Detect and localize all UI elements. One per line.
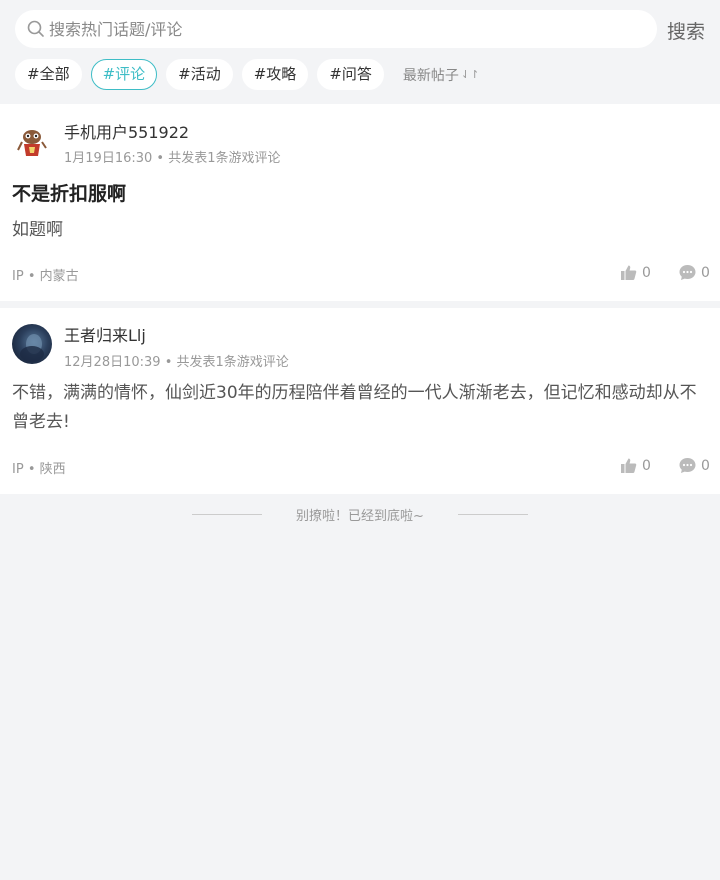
- ip-region: 内蒙古: [39, 269, 79, 284]
- post-body: 不错，满满的情怀，仙剑近30年的历程陪伴着曾经的一代人渐渐老去，但记忆和感动却从…: [12, 383, 697, 432]
- like-button[interactable]: 0: [620, 457, 651, 474]
- search-icon: [27, 20, 45, 38]
- tag-review[interactable]: #评论: [90, 59, 158, 90]
- ip-region: 陕西: [39, 462, 66, 477]
- search-input[interactable]: [49, 19, 609, 39]
- comment-count: 0: [701, 457, 710, 474]
- search-button[interactable]: 搜索: [667, 17, 705, 44]
- tag-qa[interactable]: #问答: [317, 59, 384, 90]
- comment-icon: [679, 265, 696, 280]
- thumbs-up-icon: [621, 265, 637, 280]
- top-bar: 搜索 #全部 #评论 #活动 #攻略 #问答 最新帖子 ⇃↾: [0, 0, 720, 104]
- divider: [457, 514, 528, 515]
- post-time: 1月19日16:30: [64, 151, 153, 166]
- post-card[interactable]: 手机用户551922 1月19日16:30 • 共发表1条游戏评论 不是折扣服啊…: [0, 104, 720, 301]
- comment-button[interactable]: 0: [679, 457, 710, 474]
- search-box[interactable]: [15, 10, 657, 48]
- avatar[interactable]: [12, 324, 52, 364]
- tag-activity[interactable]: #活动: [166, 59, 233, 90]
- tag-guide[interactable]: #攻略: [241, 59, 309, 90]
- like-count: 0: [642, 264, 651, 281]
- post-card[interactable]: 王者归来Llj 12月28日10:39 • 共发表1条游戏评论 不错，满满的情怀…: [0, 308, 720, 494]
- divider: [192, 514, 263, 515]
- post-meta: 12月28日10:39 • 共发表1条游戏评论: [64, 355, 289, 370]
- tag-all[interactable]: #全部: [15, 59, 82, 90]
- avatar[interactable]: [12, 122, 52, 162]
- tag-filter-bar: #全部 #评论 #活动 #攻略 #问答 最新帖子 ⇃↾: [15, 59, 479, 90]
- post-stats: 共发表1条游戏评论: [168, 151, 281, 166]
- post-body: 如题啊: [12, 220, 63, 240]
- sort-arrows-icon: ⇃↾: [460, 68, 480, 81]
- ip-label: IP: [12, 269, 24, 284]
- sort-button[interactable]: 最新帖子 ⇃↾: [403, 65, 479, 85]
- post-meta: 1月19日16:30 • 共发表1条游戏评论: [64, 151, 281, 166]
- ip-location: IP • 内蒙古: [12, 269, 79, 284]
- thumbs-up-icon: [621, 458, 637, 473]
- sort-label: 最新帖子: [402, 67, 459, 84]
- like-button[interactable]: 0: [620, 264, 651, 281]
- username[interactable]: 王者归来Llj: [64, 322, 146, 346]
- comment-button[interactable]: 0: [679, 264, 710, 281]
- post-title: 不是折扣服啊: [12, 183, 127, 205]
- like-count: 0: [642, 457, 651, 474]
- comment-count: 0: [701, 264, 710, 281]
- end-of-list: 别撩啦！已经到底啦~: [0, 505, 720, 524]
- username[interactable]: 手机用户551922: [64, 119, 189, 143]
- ip-location: IP • 陕西: [12, 462, 66, 477]
- end-of-list-text: 别撩啦！已经到底啦~: [296, 509, 424, 524]
- ip-label: IP: [12, 462, 24, 477]
- comment-icon: [679, 458, 696, 473]
- post-time: 12月28日10:39: [64, 355, 161, 370]
- post-stats: 共发表1条游戏评论: [176, 355, 289, 370]
